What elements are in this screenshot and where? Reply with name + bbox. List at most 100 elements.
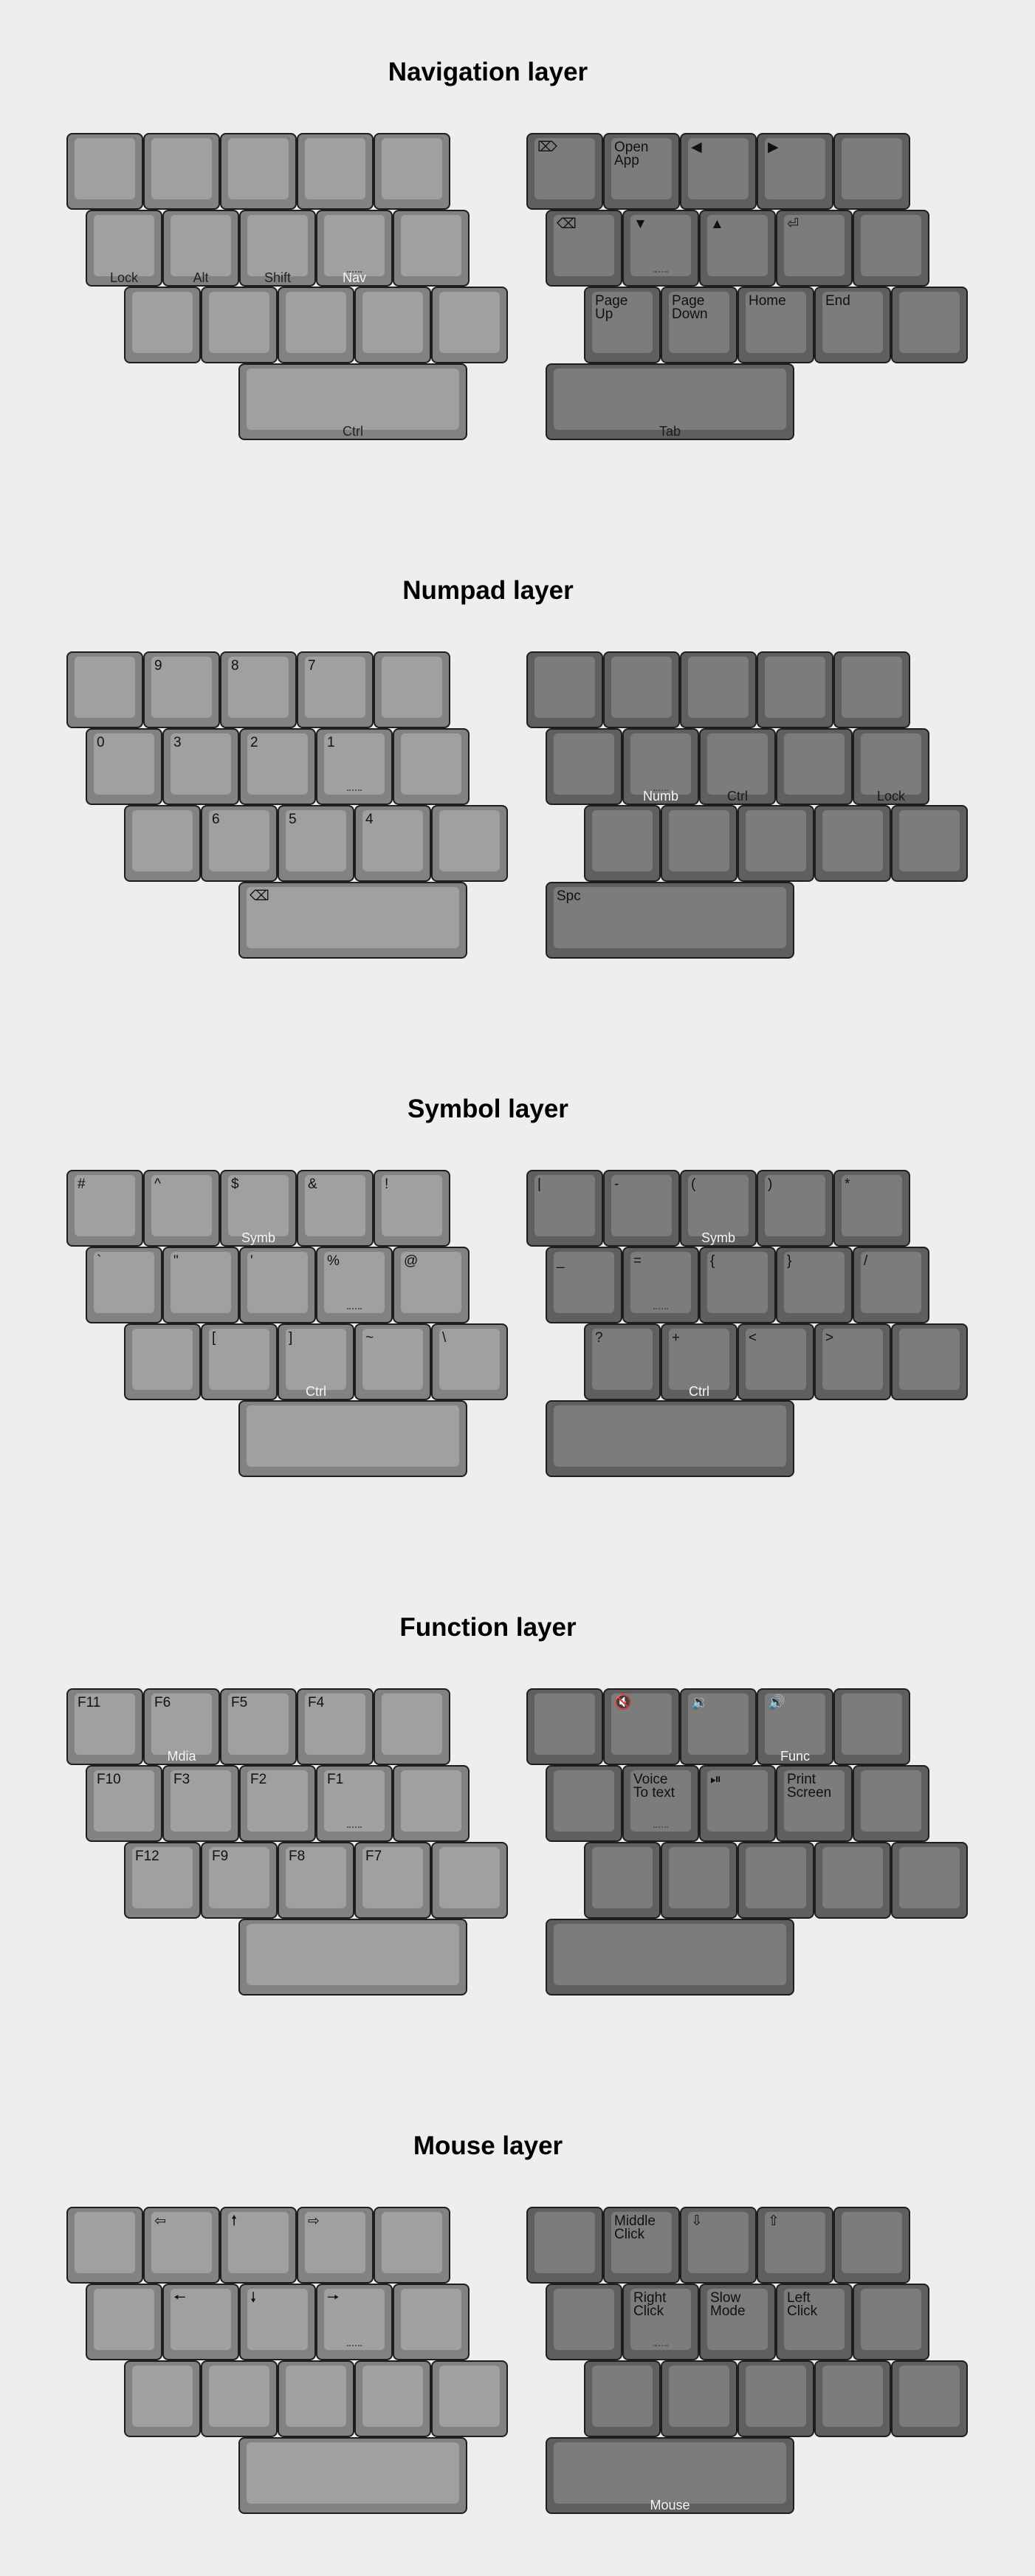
key-legend: F2 — [250, 1772, 267, 1787]
left-row3-key — [431, 805, 508, 882]
right-row3-key — [737, 2360, 814, 2437]
right-row2-key: Slow Mode — [699, 2284, 776, 2360]
right-row1-key — [680, 651, 757, 728]
keycap-face — [554, 1405, 786, 1467]
keycap-face — [382, 2212, 442, 2273]
left-row3-key: 5 — [278, 805, 354, 882]
right-row3-key — [661, 1842, 737, 1919]
keycap-face — [554, 2442, 786, 2504]
right-row3-key — [814, 1842, 891, 1919]
key-legend: 0 — [97, 735, 105, 750]
right-row1-key — [833, 1688, 910, 1765]
keycap-face — [439, 810, 500, 871]
keycap-face — [899, 1329, 960, 1390]
keycap-face — [861, 215, 921, 276]
left-row1-key — [220, 133, 297, 210]
keycap-face — [899, 292, 960, 353]
right-row2-key: Right Click — [622, 2284, 699, 2360]
keycap-face — [554, 1924, 786, 1985]
key-legend: F4 — [308, 1695, 325, 1710]
right-row3-key — [661, 805, 737, 882]
right-row3-key: + Ctrl — [661, 1323, 737, 1400]
key-hold-label: Ctrl — [343, 424, 363, 439]
left-row1-key: $ Symb — [220, 1170, 297, 1247]
key-legend: - — [614, 1176, 619, 1192]
keycap-face — [247, 369, 459, 430]
homing-bump-marker — [347, 2345, 362, 2346]
right-row2-key — [853, 1765, 929, 1842]
keycap-face — [382, 1693, 442, 1755]
keycap-face — [439, 2366, 500, 2427]
right-row2-key: Lock — [853, 728, 929, 805]
key-legend: ( — [691, 1176, 696, 1192]
right-row1-key — [603, 651, 680, 728]
key-legend: 1 — [327, 735, 335, 750]
right-row3-key — [737, 805, 814, 882]
key-legend: ⌫ — [557, 216, 577, 232]
left-thumb-key: Ctrl — [238, 363, 467, 440]
key-hold-label: Lock — [109, 270, 139, 285]
keycap-face — [132, 1329, 193, 1390]
key-legend: ⇩ — [691, 2213, 703, 2229]
key-legend: 4 — [365, 812, 374, 827]
left-row1-key — [374, 651, 450, 728]
left-row1-key: 9 — [143, 651, 220, 728]
key-legend: + — [672, 1330, 681, 1346]
key-legend: Right Click — [633, 2290, 667, 2319]
keycap-face — [746, 810, 806, 871]
keycap-face — [707, 733, 768, 795]
keycap-face — [305, 138, 365, 199]
key-legend: 3 — [173, 735, 182, 750]
right-row3-key — [584, 805, 661, 882]
keycap-face — [75, 2212, 135, 2273]
key-legend: 🔉 — [691, 1695, 709, 1710]
keycap-face — [688, 657, 749, 718]
left-row3-key: ~ — [354, 1323, 431, 1400]
key-legend: ⇧ — [768, 2213, 780, 2229]
keycap-face — [554, 1770, 614, 1832]
left-row1-key — [374, 2207, 450, 2284]
key-legend: { — [710, 1253, 715, 1269]
right-row1-key: ⇩ — [680, 2207, 757, 2284]
right-row2-key — [776, 728, 853, 805]
left-row1-key — [66, 2207, 143, 2284]
left-row3-key — [431, 2360, 508, 2437]
right-row2-key: ⌫ — [546, 210, 622, 287]
right-thumb-key: Spc — [546, 882, 794, 959]
key-legend: Open App — [614, 140, 649, 168]
key-legend: 🔊 — [768, 1695, 785, 1710]
keycap-face — [209, 2366, 269, 2427]
keycap-face — [746, 2366, 806, 2427]
keycap-face — [247, 215, 308, 276]
left-row2-key: ' — [239, 1247, 316, 1323]
left-row1-key: 7 — [297, 651, 374, 728]
keycap-face — [746, 1847, 806, 1908]
key-legend: _ — [557, 1253, 565, 1269]
left-row2-key: 🠔 — [162, 2284, 239, 2360]
key-legend: } — [787, 1253, 792, 1269]
homing-bump-marker — [653, 2345, 668, 2346]
right-thumb-key — [546, 1919, 794, 1996]
key-hold-label: Func — [780, 1749, 811, 1764]
right-row2-key: { — [699, 1247, 776, 1323]
left-row1-key: F11 — [66, 1688, 143, 1765]
key-hold-label: Ctrl — [306, 1384, 326, 1399]
key-legend: * — [845, 1176, 850, 1192]
right-row3-key — [891, 805, 968, 882]
left-thumb-key: ⌫ — [238, 882, 467, 959]
right-row2-key — [546, 2284, 622, 2360]
right-row2-key: Print Screen — [776, 1765, 853, 1842]
key-legend: Page Up — [595, 293, 628, 322]
left-row1-key — [143, 133, 220, 210]
right-row3-key — [814, 805, 891, 882]
right-row3-key — [891, 1323, 968, 1400]
key-legend: ⇨ — [308, 2213, 320, 2229]
left-row2-key: F3 — [162, 1765, 239, 1842]
keycap-face — [362, 292, 423, 353]
right-row2-key: ⏎ — [776, 210, 853, 287]
keycap-face — [554, 369, 786, 430]
homing-bump-marker — [653, 271, 668, 273]
keymap-diagram: Navigation layer Lock Alt Shift Nav Ctrl ⌦ Open… — [0, 0, 1035, 2576]
left-row1-key: F5 — [220, 1688, 297, 1765]
left-row1-key: ^ — [143, 1170, 220, 1247]
